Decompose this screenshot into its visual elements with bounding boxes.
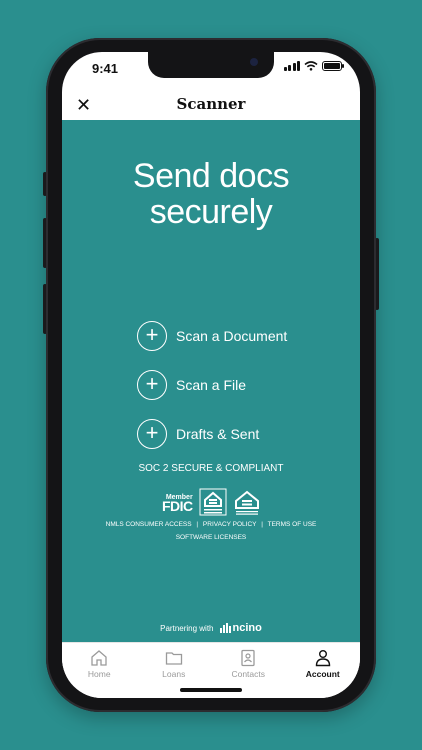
status-icons [283, 61, 344, 71]
hero-headline: Send docs securely [62, 158, 360, 230]
regulatory-badges: Member FDIC [162, 488, 261, 516]
ncino-logo: ncino [219, 622, 262, 634]
tab-account-label: Account [305, 669, 340, 679]
link-separator: | [196, 521, 199, 528]
page-title: Scanner [176, 95, 246, 113]
signal-icon [283, 61, 300, 71]
person-icon [315, 650, 330, 667]
scan-file-label: Scan a File [176, 377, 247, 393]
hero-line-1: Send docs [132, 157, 290, 195]
legal-links-row-2: SOFTWARE LICENSES [62, 534, 360, 541]
scanner-panel: Send docs securely + Scan a Document + S… [62, 120, 360, 642]
tab-home-label: Home [87, 669, 111, 679]
ncino-bars-icon [219, 623, 231, 633]
status-time: 9:41 [92, 61, 119, 76]
partner-credit: Partnering with ncino [62, 622, 360, 634]
plus-circle-icon: + [137, 419, 167, 449]
drafts-sent-label: Drafts & Sent [176, 426, 260, 442]
folder-icon [165, 652, 182, 665]
ncino-brand: ncino [232, 622, 262, 634]
equal-housing-opportunity-icon [234, 490, 259, 515]
terms-link[interactable]: TERMS OF USE [268, 521, 317, 528]
compliance-text: SOC 2 SECURE & COMPLIANT [138, 463, 284, 474]
scan-document-button[interactable]: + Scan a Document [137, 321, 287, 351]
equal-housing-lender-icon [199, 488, 227, 516]
partner-label: Partnering with [160, 623, 214, 633]
plus-circle-icon: + [137, 321, 167, 351]
home-icon [91, 650, 107, 666]
home-indicator [180, 688, 242, 692]
legal-links: NMLS CONSUMER ACCESS | PRIVACY POLICY | … [62, 521, 360, 528]
scan-file-button[interactable]: + Scan a File [137, 370, 246, 400]
scan-document-label: Scan a Document [176, 328, 288, 344]
fdic-logo: Member FDIC [162, 494, 193, 514]
tab-home[interactable]: Home [62, 643, 137, 698]
drafts-sent-button[interactable]: + Drafts & Sent [137, 419, 259, 449]
notch [148, 52, 274, 78]
contacts-icon [241, 649, 255, 667]
wifi-icon [304, 61, 318, 71]
nmls-link[interactable]: NMLS CONSUMER ACCESS [106, 521, 192, 528]
camera-icon [250, 58, 258, 66]
tab-contacts-label: Contacts [231, 669, 266, 679]
plus-circle-icon: + [137, 370, 167, 400]
software-licenses-link[interactable]: SOFTWARE LICENSES [176, 534, 247, 541]
link-separator: | [261, 521, 263, 528]
app-screen: 9:41 ✕ Scanner Send docs securely + Scan… [62, 52, 360, 698]
tab-loans-label: Loans [162, 669, 186, 679]
hero-line-2: securely [149, 193, 273, 231]
privacy-link[interactable]: PRIVACY POLICY [203, 521, 256, 528]
battery-icon [322, 61, 344, 71]
top-bar: ✕ Scanner [62, 90, 360, 120]
tab-account[interactable]: Account [286, 643, 361, 698]
